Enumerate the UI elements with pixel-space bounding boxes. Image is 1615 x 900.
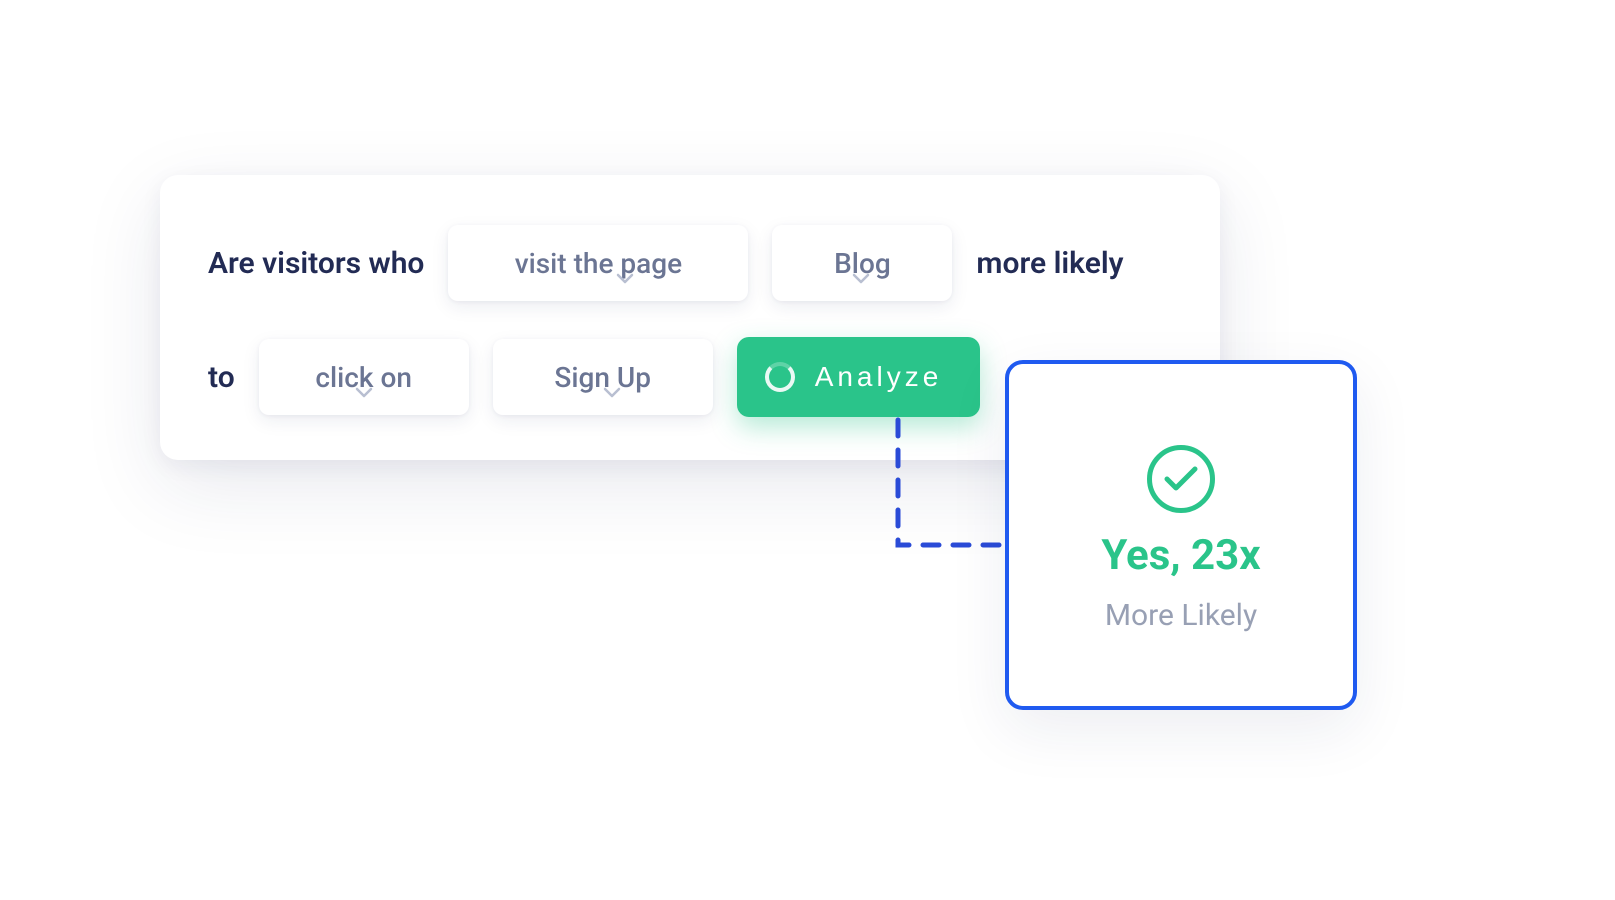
event-dropdown[interactable]: click on: [259, 339, 469, 415]
query-text-to: to: [208, 360, 235, 395]
action-dropdown[interactable]: visit the page: [448, 225, 748, 301]
result-subtext: More Likely: [1105, 598, 1257, 633]
result-card: Yes, 23x More Likely: [1005, 360, 1357, 710]
action-dropdown-label: visit the page: [515, 247, 682, 280]
target-dropdown[interactable]: Sign Up: [493, 339, 713, 415]
canvas: Are visitors who visit the page Blog mor…: [0, 0, 1615, 900]
spinner-icon: [765, 362, 795, 392]
checkmark-circle-icon: [1147, 445, 1215, 513]
chevron-down-icon: [852, 273, 863, 285]
page-dropdown[interactable]: Blog: [772, 225, 952, 301]
query-text-prefix: Are visitors who: [208, 246, 424, 281]
chevron-down-icon: [355, 387, 363, 399]
query-text-middle: more likely: [976, 246, 1123, 281]
analyze-button-label: Analyze: [815, 361, 943, 393]
result-headline: Yes, 23x: [1101, 531, 1260, 580]
analyze-button[interactable]: Analyze: [737, 337, 981, 417]
